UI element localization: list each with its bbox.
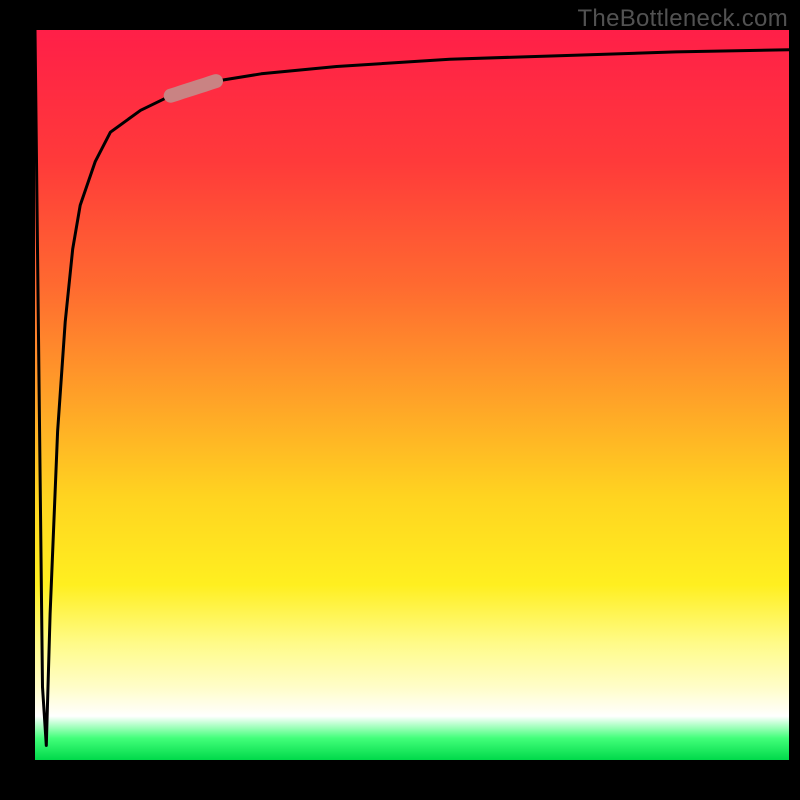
chart-frame: TheBottleneck.com bbox=[0, 0, 800, 800]
curve-marker bbox=[171, 81, 216, 96]
curve-layer bbox=[35, 30, 789, 760]
watermark-text: TheBottleneck.com bbox=[577, 5, 788, 33]
plot-area bbox=[35, 30, 789, 760]
bottleneck-curve bbox=[35, 30, 789, 745]
